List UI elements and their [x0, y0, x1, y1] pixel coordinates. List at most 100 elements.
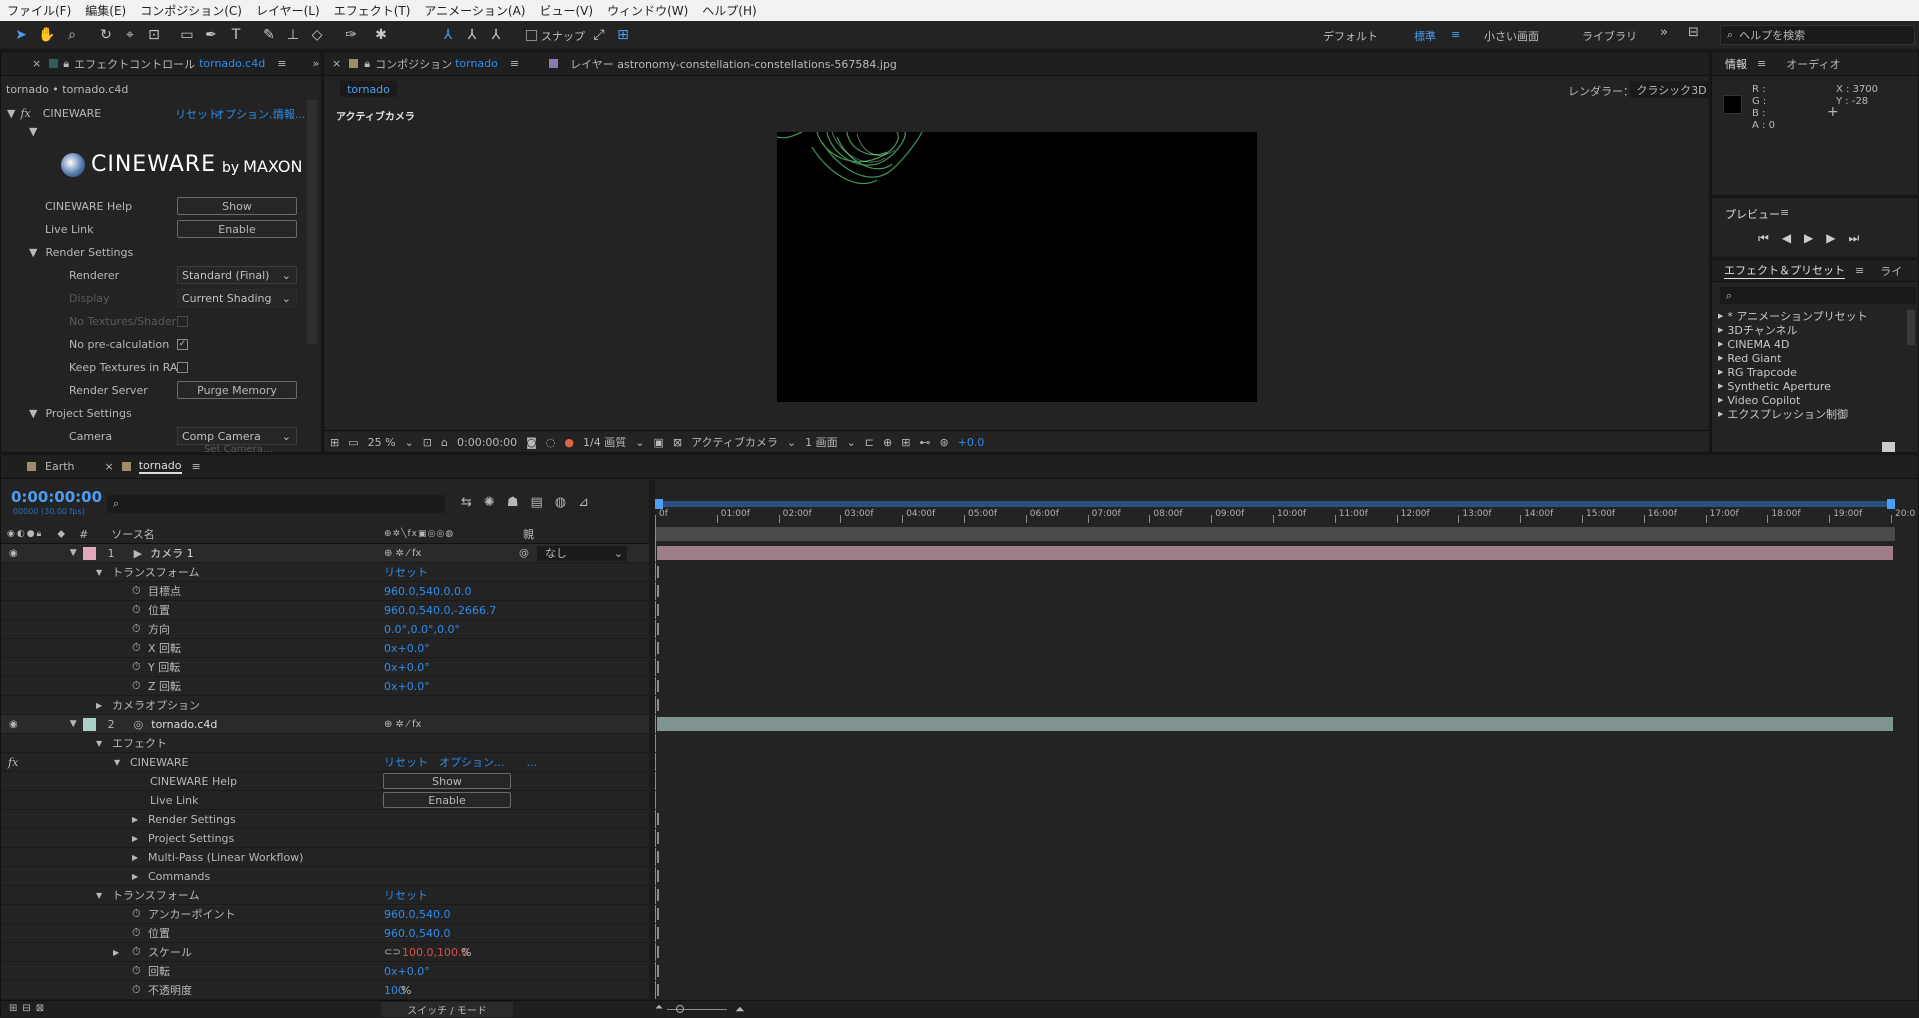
comp-viewer[interactable] [777, 132, 1257, 402]
menu-item-5[interactable]: アニメーション(A) [417, 2, 532, 19]
pan-behind-tool-icon[interactable]: ⊡ [143, 25, 165, 45]
region-icon[interactable]: ▣ [653, 436, 663, 449]
shy-icon[interactable]: ☗ [507, 495, 519, 510]
expand-arrow-icon[interactable]: ▶ [1718, 340, 1723, 348]
comp-mini-flowchart-icon[interactable]: ⇆ [461, 495, 472, 510]
effect-controls-tab-target[interactable]: tornado.c4d [199, 57, 265, 70]
first-frame-icon[interactable]: ⏮ [1758, 231, 1769, 246]
twirl-down-arrow[interactable]: ▼ [70, 548, 77, 558]
transparency-grid-icon[interactable]: ⊠ [673, 436, 682, 449]
effects-search-input[interactable]: ⌕ [1720, 287, 1916, 304]
property-row[interactable]: ▶ Project Settings [1, 829, 649, 848]
snap-icon[interactable]: ⊞ [612, 25, 634, 45]
eraser-tool-icon[interactable]: ◇ [306, 25, 328, 45]
camera-view-dropdown[interactable]: アクティブカメラ [691, 434, 778, 450]
keyframe-marker[interactable] [657, 604, 659, 616]
effects-presets-tab[interactable]: エフェクト＆プリセット [1724, 262, 1845, 279]
zoom-dropdown[interactable]: 25 % [368, 436, 396, 449]
workspace-library[interactable]: ライブラリ [1582, 28, 1637, 44]
pickwhip-icon[interactable]: @ [519, 548, 529, 559]
hand-tool-icon[interactable]: ✋ [36, 25, 58, 45]
property-row[interactable]: ⏱︎ Z 回転 0x+0.0° [1, 677, 649, 696]
effect-controls-tab-label[interactable]: エフェクトコントロール [74, 56, 195, 72]
help-search[interactable]: ⌕ ヘルプを検索 [1720, 25, 1915, 45]
property-row[interactable]: ▶ Render Settings [1, 810, 649, 829]
layer-duration-bar[interactable] [657, 717, 1893, 731]
expand-arrow-icon[interactable]: ▶ [1718, 368, 1723, 376]
property-value[interactable]: リセット [384, 887, 428, 903]
monitor-icon[interactable]: ▭ [348, 436, 358, 449]
clone-stamp-tool-icon[interactable]: ⊥ [282, 25, 304, 45]
renderer-selector[interactable]: クラシック3D [1630, 81, 1713, 98]
track-row[interactable] [655, 772, 1895, 791]
snap-feather-icon[interactable]: ⤢ [588, 25, 610, 45]
property-row[interactable]: ▼ エフェクト [1, 734, 649, 753]
project-settings-arrow[interactable]: ▼ [29, 407, 37, 420]
lock-icon[interactable]: 🔒︎ [63, 57, 69, 71]
stopwatch-icon[interactable]: ⏱︎ [132, 983, 141, 997]
stopwatch-icon[interactable]: ⏱︎ [132, 584, 141, 598]
track-row[interactable] [655, 981, 1895, 1000]
keyframe-marker[interactable] [657, 870, 659, 882]
close-tab-icon[interactable]: × [32, 57, 41, 70]
track-row[interactable] [655, 924, 1895, 943]
panel-menu-icon[interactable]: ≡ [1780, 206, 1789, 219]
property-row[interactable]: ⏱︎ Y 回転 0x+0.0° [1, 658, 649, 677]
effects-category-item[interactable]: ▶ エクスプレッション制御 [1718, 407, 1903, 421]
twirl-arrow[interactable]: ▶ [132, 834, 138, 843]
track-row[interactable] [655, 791, 1895, 810]
panel-menu-icon[interactable]: ≡ [192, 460, 201, 473]
world-axis-mode-icon[interactable]: ⅄ [461, 25, 483, 45]
always-preview-icon[interactable]: ⊞ [330, 436, 339, 449]
effects-scrollbar[interactable] [1907, 310, 1915, 345]
expand-arrow-icon[interactable]: ▶ [1718, 312, 1723, 320]
audio-tab[interactable]: オーディオ [1786, 56, 1840, 72]
track-row[interactable] [655, 829, 1895, 848]
property-value[interactable]: 0x+0.0° [384, 965, 430, 978]
property-button[interactable]: Show [383, 773, 511, 789]
track-row[interactable] [655, 658, 1895, 677]
keyframe-marker[interactable] [657, 851, 659, 863]
keyframe-marker[interactable] [657, 813, 659, 825]
keyframe-marker[interactable] [657, 927, 659, 939]
expand-arrow-icon[interactable]: ▶ [1718, 410, 1723, 418]
property-row[interactable]: ▼ トランスフォーム リセット [1, 563, 649, 582]
stopwatch-icon[interactable]: ⏱︎ [132, 622, 141, 636]
property-value[interactable]: 960.0,540.0 [384, 927, 450, 940]
timeline-search-input[interactable]: ⌕ [107, 495, 445, 513]
workspace-default[interactable]: デフォルト [1323, 28, 1378, 44]
property-value[interactable]: 0x+0.0° [384, 661, 430, 674]
panel-menu-icon[interactable]: ≡ [1757, 57, 1766, 70]
property-row[interactable]: ▶ Multi-Pass (Linear Workflow) [1, 848, 649, 867]
render-settings-arrow[interactable]: ▼ [29, 246, 37, 259]
local-axis-mode-icon[interactable]: ⅄ [437, 25, 459, 45]
track-row[interactable] [655, 544, 1895, 563]
workspace-overflow-icon[interactable]: » [1660, 25, 1668, 40]
effects-category-item[interactable]: ▶ Red Giant [1718, 351, 1903, 365]
workspace-menu-icon[interactable]: ≡ [1451, 28, 1460, 41]
property-value[interactable]: リセット オプション... ... [384, 754, 537, 770]
keyframe-marker[interactable] [657, 566, 659, 578]
stopwatch-icon[interactable]: ⏱︎ [132, 945, 141, 959]
track-row[interactable] [655, 715, 1895, 734]
comp-range-bar[interactable] [655, 527, 1895, 541]
zoom-slider-handle[interactable] [676, 1005, 684, 1013]
motion-blur-icon[interactable]: ◍ [555, 495, 566, 510]
info-tab[interactable]: 情報 [1725, 56, 1747, 72]
expand-arrow-icon[interactable]: ▶ [1718, 354, 1723, 362]
expand-arrow-icon[interactable]: ▶ [1718, 326, 1723, 334]
panel-menu-icon[interactable]: ≡ [277, 57, 286, 70]
flowchart-icon[interactable]: ⊷ [919, 436, 930, 449]
layer-row[interactable]: ◉ ▼ 2 ◎ tornado.c4d ⊕ ✲ ⁄ fx [1, 715, 649, 734]
track-row[interactable] [655, 810, 1895, 829]
panel-menu-icon[interactable]: ≡ [1855, 264, 1864, 277]
zoom-out-icon[interactable]: ⏶ [655, 1002, 663, 1013]
graph-editor-icon[interactable]: ⊿ [578, 495, 589, 510]
property-row[interactable]: CINEWARE Help Show [1, 772, 649, 791]
fx-icon[interactable]: fx [8, 756, 18, 769]
track-row[interactable] [655, 620, 1895, 639]
twirl-arrow[interactable]: ▶ [132, 815, 138, 824]
twirl-arrow[interactable]: ▶ [113, 948, 119, 957]
twirl-arrow[interactable]: ▶ [132, 872, 138, 881]
work-area-end-handle[interactable] [1887, 499, 1895, 509]
